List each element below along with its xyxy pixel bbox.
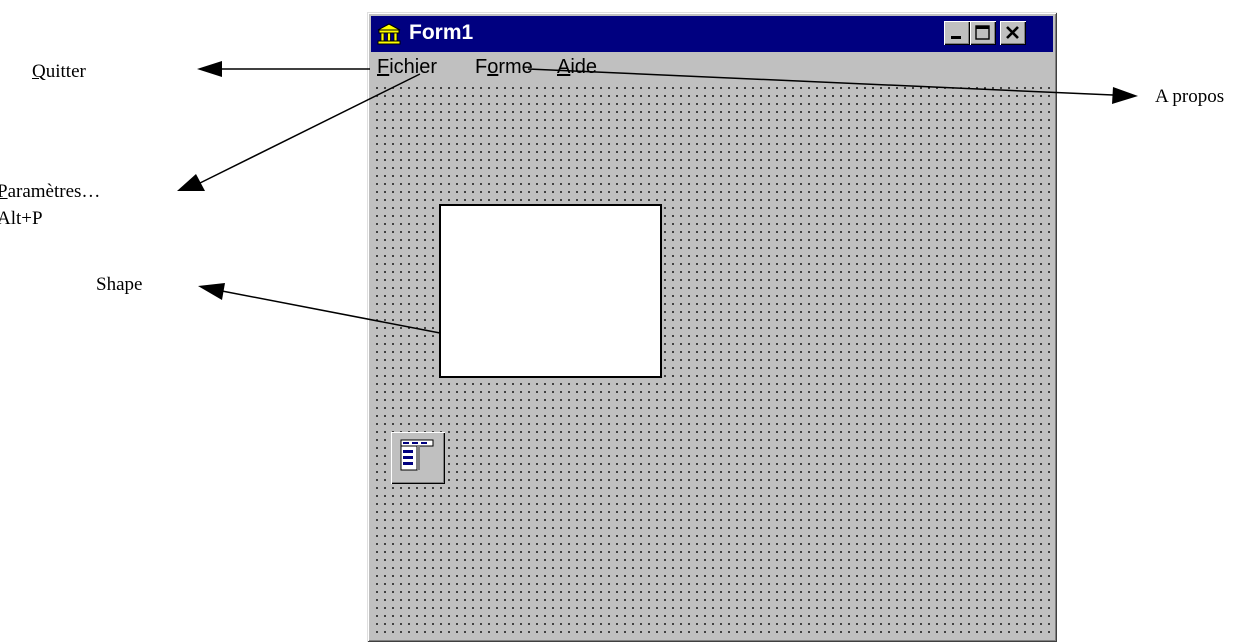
annotation-shape: Shape — [96, 274, 143, 295]
maximize-icon — [975, 25, 990, 40]
main-menu-component-icon — [400, 439, 434, 471]
mnemonic-p: P — [0, 181, 8, 202]
menu-forme-rest: rme — [498, 56, 533, 78]
minimize-button[interactable] — [944, 21, 970, 45]
menu-aide-mnemonic: A — [557, 56, 571, 78]
main-menu-component[interactable] — [391, 432, 445, 484]
app-icon[interactable] — [377, 23, 401, 45]
arrow-parametres-head — [177, 174, 205, 191]
annotation-parametres: Paramètres… — [0, 181, 100, 203]
annotation-quitter: Quitter — [32, 61, 86, 83]
form-design-area[interactable] — [371, 82, 1053, 638]
form-window: Form1 Fichier Forme Aide — [367, 12, 1057, 642]
window-title: Form1 — [409, 21, 474, 44]
menu-fichier[interactable]: Fichier — [377, 56, 437, 79]
maximize-button[interactable] — [970, 21, 996, 45]
mnemonic-q: Q — [32, 61, 46, 82]
annotation-apropos: A propos — [1155, 86, 1225, 107]
title-bar[interactable]: Form1 — [371, 16, 1053, 52]
close-icon — [1006, 26, 1019, 39]
menu-forme-first: F — [475, 56, 488, 78]
annotation-quitter-rest: uitter — [45, 61, 86, 82]
arrow-apropos-head — [1112, 87, 1138, 104]
menu-aide[interactable]: Aide — [557, 56, 597, 79]
menu-aide-rest: ide — [570, 56, 598, 78]
minimize-icon — [951, 36, 961, 39]
annotation-parametres-rest: aramètres… — [7, 181, 101, 202]
annotation-shortcut: Alt+P — [0, 208, 43, 229]
close-button[interactable] — [1000, 21, 1026, 45]
arrow-quitter-head — [197, 61, 222, 77]
menu-fichier-mnemonic: F — [377, 56, 390, 78]
arrow-shape-head — [198, 283, 225, 300]
shape-rectangle[interactable] — [439, 204, 662, 378]
menu-forme[interactable]: Forme — [475, 56, 533, 79]
menu-fichier-rest: ichier — [389, 56, 438, 78]
menu-forme-mnemonic: o — [487, 56, 499, 78]
menu-bar: Fichier Forme Aide — [371, 54, 1053, 80]
